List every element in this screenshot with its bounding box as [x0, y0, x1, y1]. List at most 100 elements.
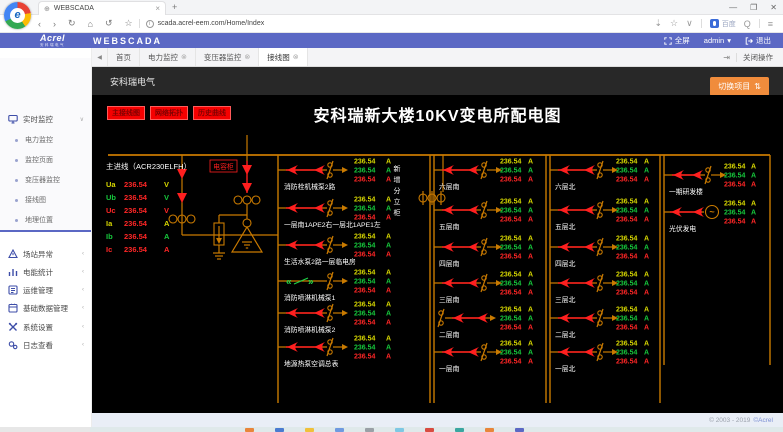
svg-text:A: A — [528, 316, 533, 323]
sidebar-item-monitor-page[interactable]: 监控页面 — [0, 152, 91, 168]
svg-text:A: A — [528, 325, 533, 332]
address-bar[interactable]: scada.acrel-eem.com/Home/Index — [146, 20, 265, 28]
svg-text:一层南: 一层南 — [439, 364, 460, 373]
breadcrumb-bar: 安科瑞电气 切换项目⇅ — [92, 67, 783, 95]
tab-close-icon[interactable]: ⊗ — [244, 53, 250, 61]
svg-text:一层南1APE2右一层北1APE1左: 一层南1APE2右一层北1APE1左 — [284, 220, 381, 229]
new-tab-button[interactable]: + — [172, 2, 177, 12]
expand-tabs-icon[interactable]: ⇥ — [723, 53, 730, 62]
sidebar-item-transformer[interactable]: 变压器监控 — [0, 172, 91, 188]
bookmark-star-icon[interactable]: ☆ — [125, 18, 133, 29]
tab-close-icon[interactable]: ⊗ — [293, 53, 299, 61]
svg-text:236.54: 236.54 — [616, 177, 638, 184]
svg-text:~: ~ — [709, 207, 714, 217]
feeder-branch: 236.54A236.54A236.54A二层北 — [550, 307, 649, 340]
sidebar-group-log-view[interactable]: 日志查看 ‹ — [0, 336, 91, 354]
switch-project-button[interactable]: 切换项目⇅ — [710, 77, 769, 96]
sidebar-item-wiring-diagram[interactable]: 接线图 — [0, 192, 91, 208]
svg-text:地源热泵空调总表: 地源热泵空调总表 — [284, 359, 339, 368]
svg-text:A: A — [644, 159, 649, 166]
forward-icon[interactable]: › — [53, 19, 56, 29]
minimize-button[interactable]: — — [729, 3, 737, 12]
svg-text:236.54: 236.54 — [616, 199, 638, 206]
download-icon[interactable]: ⇣ — [655, 18, 663, 29]
copyright-brand: ©Acrel — [753, 417, 773, 424]
sidebar-item-geo-location[interactable]: 地理位置 — [0, 212, 91, 228]
svg-text:增: 增 — [394, 175, 401, 184]
chevron-left-icon: ‹ — [82, 305, 84, 311]
svg-text:236.54: 236.54 — [500, 325, 522, 332]
swap-icon: ⇅ — [754, 82, 761, 91]
collapse-tabs-icon[interactable]: ◀ — [92, 48, 108, 66]
url-text[interactable]: scada.acrel-eem.com/Home/Index — [158, 20, 265, 27]
svg-text:236.54: 236.54 — [354, 252, 376, 259]
sidebar-group-ops-mgmt[interactable]: 运维管理 ‹ — [0, 281, 91, 299]
sidebar-group-station-alarm[interactable]: 场站异常 ‹ — [0, 245, 91, 263]
sidebar-group-system-settings[interactable]: 系统设置 ‹ — [0, 318, 91, 336]
svg-text:236.54: 236.54 — [500, 290, 522, 297]
search-icon[interactable]: Q — [744, 19, 751, 29]
fullscreen-button[interactable]: 全屏 — [664, 35, 690, 46]
logout-icon — [745, 37, 753, 45]
svg-text:236.54: 236.54 — [500, 217, 522, 224]
svg-text:236.54: 236.54 — [724, 219, 746, 226]
svg-text:236.54: 236.54 — [500, 307, 522, 314]
divider — [139, 19, 140, 28]
search-engine-chip[interactable]: 百度 — [710, 19, 736, 29]
svg-text:A: A — [644, 316, 649, 323]
main-wiring-button[interactable]: 主接线图 — [107, 106, 145, 120]
globe-favicon-icon: ⊕ — [44, 5, 50, 13]
network-topology-button[interactable]: 网络拓扑 — [150, 106, 188, 120]
sidebar-item-power-monitor[interactable]: 电力监控 — [0, 132, 91, 148]
reload-icon[interactable]: ↻ — [68, 18, 76, 29]
svg-text:五层南: 五层南 — [439, 222, 460, 231]
energy-stats-icon — [8, 267, 18, 277]
user-menu[interactable]: admin▾ — [704, 36, 731, 45]
svg-text:236.54: 236.54 — [616, 341, 638, 348]
feeder-branch: 236.54A236.54A236.54A六层北 — [550, 159, 649, 192]
tab-home[interactable]: 首页 — [108, 48, 140, 66]
close-operations-button[interactable]: 关闭操作 — [743, 52, 773, 63]
close-button[interactable]: ✕ — [770, 3, 777, 12]
bullet-icon — [15, 159, 18, 162]
menu-icon[interactable]: ≡ — [768, 19, 773, 29]
tab-transformer-monitor[interactable]: 变压器监控⊗ — [196, 48, 259, 66]
svg-text:A: A — [528, 290, 533, 297]
svg-text:236.54: 236.54 — [616, 307, 638, 314]
svg-text:A: A — [386, 197, 391, 204]
tab-close-icon[interactable]: ⊗ — [181, 53, 187, 61]
tab-power-monitor[interactable]: 电力监控⊗ — [140, 48, 196, 66]
browser-tab[interactable]: ⊕ WEBSCADA × — [38, 1, 166, 15]
back-icon[interactable]: ‹ — [38, 19, 41, 29]
logout-button[interactable]: 退出 — [745, 35, 771, 46]
svg-text:236.54: 236.54 — [616, 236, 638, 243]
sidebar-group-base-data[interactable]: 基础数据管理 ‹ — [0, 299, 91, 317]
taskbar-sliver — [0, 427, 783, 432]
history-curve-button[interactable]: 历史曲线 — [193, 106, 231, 120]
tab-wiring-diagram[interactable]: 接线图⊗ — [259, 48, 307, 66]
svg-text:236.54: 236.54 — [616, 245, 638, 252]
home-icon[interactable]: ⌂ — [88, 19, 93, 29]
history-icon[interactable]: ↺ — [105, 18, 113, 29]
svg-text:A: A — [386, 168, 391, 175]
chevron-left-icon: ‹ — [82, 324, 84, 330]
feeder-branch: 236.54A236.54A236.54A四层南 — [434, 236, 533, 269]
browser-navbar: ‹ › ↻ ⌂ ↺ ☆ scada.acrel-eem.com/Home/Ind… — [0, 15, 783, 33]
maximize-button[interactable]: ❐ — [750, 3, 757, 12]
sidebar-group-realtime[interactable]: 实时监控 ∨ — [0, 110, 91, 128]
svg-text:236.54: 236.54 — [354, 215, 376, 222]
favorite-icon[interactable]: ☆ — [670, 18, 678, 29]
svg-text:A: A — [644, 177, 649, 184]
sidebar-group-energy-stats[interactable]: 电能统计 ‹ — [0, 263, 91, 281]
dropdown-caret-icon[interactable]: ∨ — [686, 18, 693, 29]
svg-text:柜: 柜 — [394, 208, 401, 217]
svg-text:A: A — [751, 201, 756, 208]
taskbar-app-sliver — [515, 428, 524, 432]
baidu-icon — [710, 19, 719, 28]
measurement-row: Ia236.54A — [106, 217, 191, 230]
main-line-label: 主进线（ACR230ELFH） — [106, 161, 191, 172]
svg-text:一层北: 一层北 — [555, 365, 576, 373]
svg-text:236.54: 236.54 — [354, 288, 376, 295]
svg-text:三层南: 三层南 — [439, 295, 460, 304]
tab-close-icon[interactable]: × — [155, 4, 160, 13]
